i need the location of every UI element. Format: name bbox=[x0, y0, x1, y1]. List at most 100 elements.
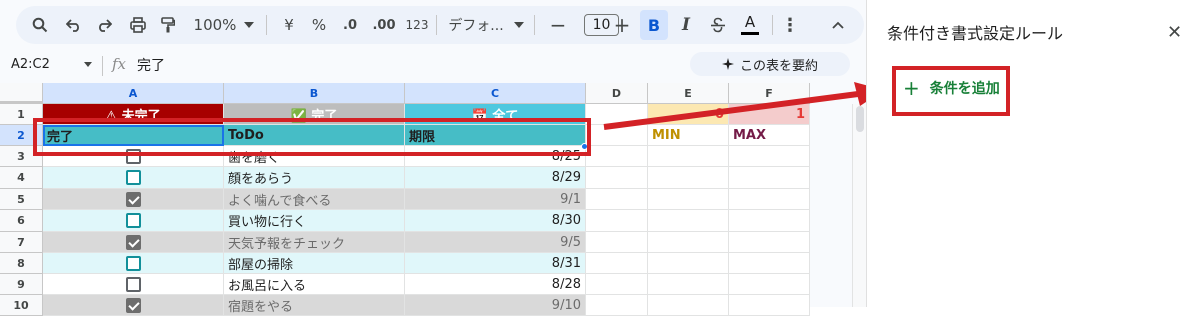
increase-decimal-button[interactable]: .00 bbox=[368, 10, 400, 40]
cell-b7[interactable]: 天気予報をチェック bbox=[224, 232, 405, 253]
bold-button[interactable]: B bbox=[640, 10, 668, 40]
percent-format-button[interactable]: % bbox=[306, 10, 332, 40]
row-header-4[interactable]: 4 bbox=[0, 167, 43, 189]
search-menus-icon[interactable] bbox=[26, 10, 54, 40]
row-header-6[interactable]: 6 bbox=[0, 210, 43, 232]
print-icon[interactable] bbox=[124, 10, 152, 40]
column-header-a[interactable]: A bbox=[43, 83, 224, 104]
font-family-value: デフォ... bbox=[448, 18, 504, 34]
text-color-swatch bbox=[741, 32, 759, 35]
cell-d7[interactable] bbox=[586, 232, 648, 253]
select-all-corner[interactable] bbox=[0, 83, 43, 104]
cell-d4[interactable] bbox=[586, 167, 648, 189]
cell-f9[interactable] bbox=[729, 274, 810, 295]
cell-d10[interactable] bbox=[586, 295, 648, 316]
row-header-10[interactable]: 10 bbox=[0, 295, 43, 316]
chevron-down-icon[interactable] bbox=[84, 62, 92, 67]
cell-c9[interactable]: 8/28 bbox=[405, 274, 586, 295]
column-header-b[interactable]: B bbox=[224, 83, 405, 104]
checkbox-unchecked[interactable] bbox=[125, 276, 141, 292]
decrease-font-size-button[interactable]: − bbox=[544, 10, 572, 40]
cell-a5[interactable] bbox=[43, 189, 224, 210]
cell-c5[interactable]: 9/1 bbox=[405, 189, 586, 210]
row-header-9[interactable]: 9 bbox=[0, 274, 43, 295]
cell-c10[interactable]: 9/10 bbox=[405, 295, 586, 316]
cell-f10[interactable] bbox=[729, 295, 810, 316]
more-options-icon[interactable]: ⋮ bbox=[778, 10, 802, 40]
cell-f5[interactable] bbox=[729, 189, 810, 210]
text-color-button[interactable]: A bbox=[736, 10, 764, 40]
text-color-label: A bbox=[744, 13, 756, 31]
formula-input[interactable]: 完了 bbox=[137, 55, 165, 75]
cell-f7[interactable] bbox=[729, 232, 810, 253]
chevron-down-icon bbox=[244, 22, 255, 28]
cell-a6[interactable] bbox=[43, 210, 224, 232]
cell-c6[interactable]: 8/30 bbox=[405, 210, 586, 232]
cell-f4[interactable] bbox=[729, 167, 810, 189]
checkbox-checked[interactable] bbox=[125, 191, 141, 207]
collapse-toolbar-icon[interactable] bbox=[824, 10, 852, 40]
checkbox-checked[interactable] bbox=[125, 234, 141, 250]
row-header-5[interactable]: 5 bbox=[0, 189, 43, 210]
cell-c4[interactable]: 8/29 bbox=[405, 167, 586, 189]
cell-a9[interactable] bbox=[43, 274, 224, 295]
summarize-table-button[interactable]: この表を要約 bbox=[690, 52, 850, 76]
row-header-7[interactable]: 7 bbox=[0, 232, 43, 253]
cell-e8[interactable] bbox=[648, 253, 729, 274]
formula-divider bbox=[102, 56, 103, 76]
cell-a7[interactable] bbox=[43, 232, 224, 253]
cell-b10[interactable]: 宿題をやる bbox=[224, 295, 405, 316]
cell-d3[interactable] bbox=[586, 146, 648, 167]
checkbox-unchecked[interactable] bbox=[125, 213, 141, 228]
undo-icon[interactable] bbox=[60, 10, 88, 40]
cell-f3[interactable] bbox=[729, 146, 810, 167]
number-format-button[interactable]: 123 bbox=[402, 10, 432, 40]
cell-f6[interactable] bbox=[729, 210, 810, 232]
checkbox-checked[interactable] bbox=[125, 297, 141, 313]
cell-b4[interactable]: 顔をあらう bbox=[224, 167, 405, 189]
cell-d8[interactable] bbox=[586, 253, 648, 274]
cell-c8[interactable]: 8/31 bbox=[405, 253, 586, 274]
close-icon[interactable]: ✕ bbox=[1167, 22, 1182, 43]
row-header-8[interactable]: 8 bbox=[0, 253, 43, 274]
cell-e9[interactable] bbox=[648, 274, 729, 295]
cell-a10[interactable] bbox=[43, 295, 224, 316]
add-rule-label: 条件を追加 bbox=[929, 81, 1000, 97]
strikethrough-icon[interactable] bbox=[704, 10, 732, 40]
zoom-select[interactable]: 100% bbox=[188, 10, 260, 40]
toolbar-divider bbox=[772, 15, 773, 35]
toolbar-divider bbox=[266, 15, 267, 35]
checkbox-unchecked[interactable] bbox=[125, 255, 141, 271]
cell-e7[interactable] bbox=[648, 232, 729, 253]
add-rule-button[interactable]: + 条件を追加 bbox=[903, 76, 1000, 100]
increase-font-size-button[interactable]: + bbox=[608, 10, 636, 40]
font-family-select[interactable]: デフォ... bbox=[444, 10, 528, 40]
cell-f8[interactable] bbox=[729, 253, 810, 274]
cell-e5[interactable] bbox=[648, 189, 729, 210]
currency-format-button[interactable]: ¥ bbox=[276, 10, 302, 40]
conditional-format-panel: 条件付き書式設定ルール ✕ + 条件を追加 bbox=[866, 0, 1200, 307]
checkbox-unchecked[interactable] bbox=[125, 170, 141, 185]
cell-a8[interactable] bbox=[43, 253, 224, 274]
redo-icon[interactable] bbox=[90, 10, 118, 40]
cell-d5[interactable] bbox=[586, 189, 648, 210]
italic-button[interactable]: I bbox=[672, 10, 700, 40]
zoom-value: 100% bbox=[193, 16, 237, 34]
cell-a4[interactable] bbox=[43, 167, 224, 189]
cell-c7[interactable]: 9/5 bbox=[405, 232, 586, 253]
cell-b5[interactable]: よく噛んで食べる bbox=[224, 189, 405, 210]
cell-e4[interactable] bbox=[648, 167, 729, 189]
cell-b9[interactable]: お風呂に入る bbox=[224, 274, 405, 295]
cell-e6[interactable] bbox=[648, 210, 729, 232]
cell-d9[interactable] bbox=[586, 274, 648, 295]
decrease-decimal-button[interactable]: .0 bbox=[336, 10, 364, 40]
column-header-c[interactable]: C bbox=[405, 83, 586, 104]
annotation-highlight-header-row bbox=[33, 118, 591, 156]
fx-icon: fx bbox=[112, 55, 127, 73]
cell-e3[interactable] bbox=[648, 146, 729, 167]
cell-e10[interactable] bbox=[648, 295, 729, 316]
cell-d6[interactable] bbox=[586, 210, 648, 232]
cell-b6[interactable]: 買い物に行く bbox=[224, 210, 405, 232]
paint-format-icon[interactable] bbox=[154, 10, 182, 40]
cell-b8[interactable]: 部屋の掃除 bbox=[224, 253, 405, 274]
